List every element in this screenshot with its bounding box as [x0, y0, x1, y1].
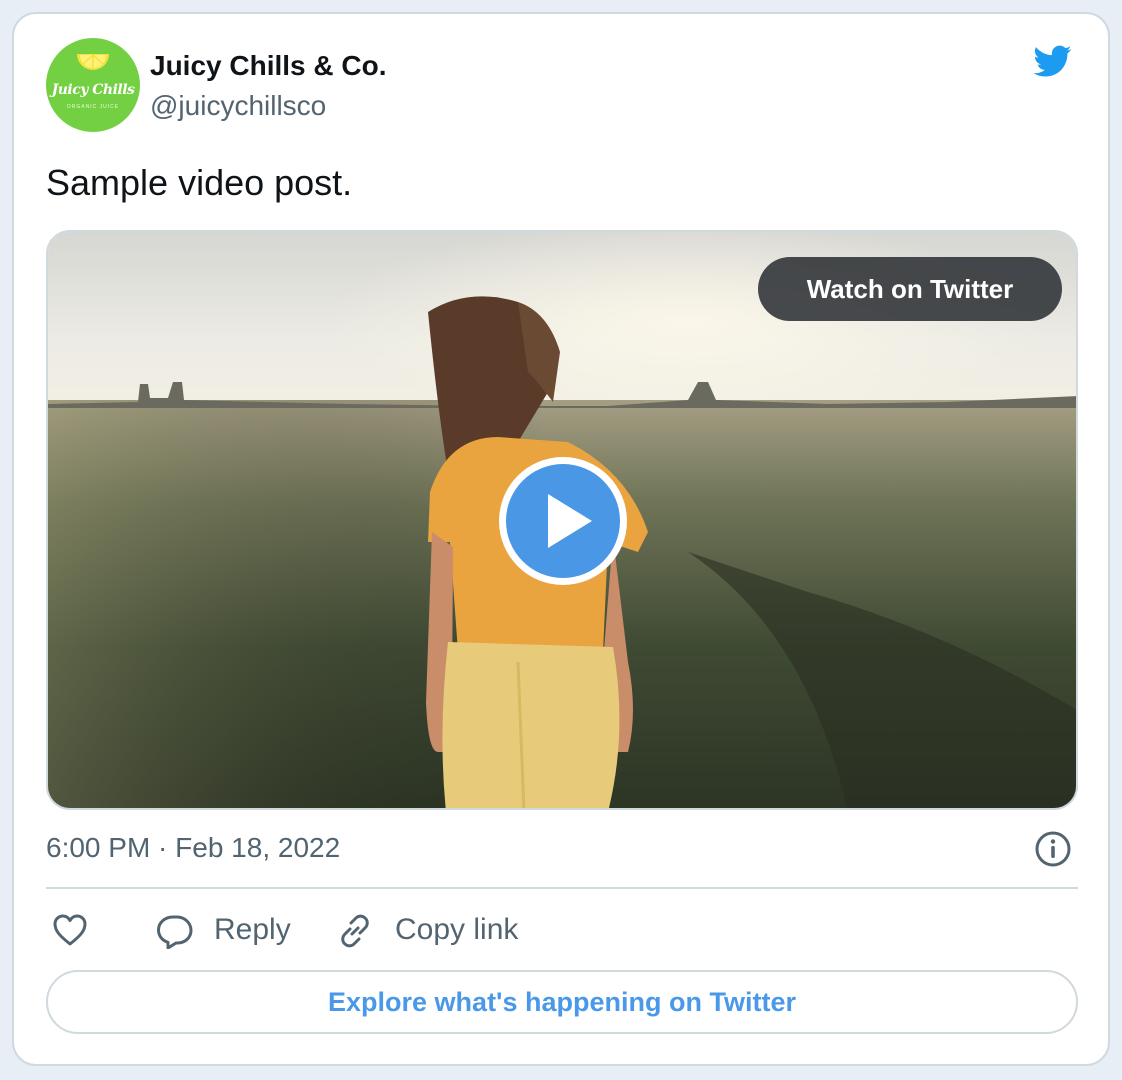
avatar-brand: Juicy Chills [51, 82, 135, 98]
explore-twitter-button[interactable]: Explore what's happening on Twitter [46, 970, 1078, 1034]
video-player[interactable]: Watch on Twitter [46, 230, 1078, 810]
copy-link-button[interactable]: Copy link [395, 913, 518, 947]
link-icon[interactable] [336, 912, 374, 950]
lemon-slice-icon [77, 54, 109, 70]
author-name[interactable]: Juicy Chills & Co. [150, 50, 387, 82]
watch-on-twitter-button[interactable]: Watch on Twitter [758, 257, 1062, 321]
divider [46, 887, 1078, 889]
tweet-text: Sample video post. [46, 162, 353, 203]
heart-icon[interactable] [52, 913, 88, 947]
reply-button[interactable]: Reply [214, 913, 291, 947]
author-handle[interactable]: @juicychillsco [150, 90, 326, 122]
avatar-subtext: ORGANIC JUICE [66, 104, 120, 110]
info-icon[interactable] [1034, 830, 1072, 868]
twitter-bird-icon[interactable] [1030, 42, 1076, 80]
avatar[interactable]: Juicy Chills ORGANIC JUICE [46, 38, 140, 132]
play-icon[interactable] [496, 454, 630, 588]
reply-icon[interactable] [156, 913, 194, 949]
tweet-timestamp[interactable]: 6:00 PM · Feb 18, 2022 [46, 832, 340, 864]
